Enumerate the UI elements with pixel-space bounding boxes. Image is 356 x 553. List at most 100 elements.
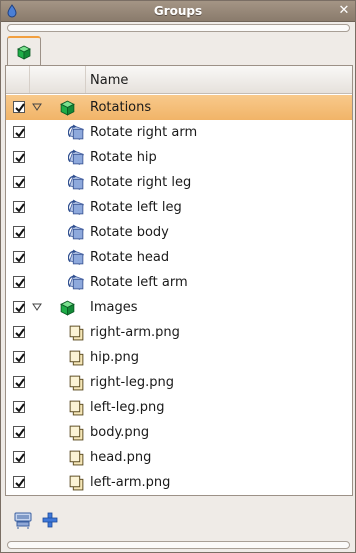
layer-row[interactable]: Rotate right arm [6, 120, 352, 145]
group-row[interactable]: Images [6, 295, 352, 320]
check-icon [15, 453, 25, 463]
check-icon [15, 228, 25, 238]
tab-groups[interactable] [7, 36, 41, 66]
check-icon [15, 103, 25, 113]
row-label: hip.png [90, 350, 139, 365]
visibility-checkbox[interactable] [13, 326, 25, 338]
rotation-icon [68, 199, 84, 215]
layer-row[interactable]: left-arm.png [6, 470, 352, 495]
cube-icon [60, 100, 75, 116]
check-icon [15, 278, 25, 288]
row-label: left-arm.png [90, 475, 171, 490]
visibility-checkbox[interactable] [13, 101, 25, 113]
layer-row[interactable]: head.png [6, 445, 352, 470]
image-file-icon [69, 350, 84, 366]
remove-group-icon[interactable] [12, 509, 34, 531]
visibility-checkbox[interactable] [13, 476, 25, 488]
layer-row[interactable]: Rotate head [6, 245, 352, 270]
visibility-checkbox[interactable] [13, 126, 25, 138]
visibility-checkbox[interactable] [13, 301, 25, 313]
rotation-icon [68, 149, 84, 165]
add-group-icon[interactable] [39, 509, 61, 531]
check-icon [15, 478, 25, 488]
check-icon [15, 153, 25, 163]
image-file-icon [69, 325, 84, 341]
row-label: Rotations [90, 100, 152, 115]
rotation-icon [68, 274, 84, 290]
visibility-checkbox[interactable] [13, 401, 25, 413]
bottom-scroll-strip[interactable] [7, 541, 350, 549]
rotation-icon [68, 174, 84, 190]
visibility-checkbox[interactable] [13, 251, 25, 263]
tab-bar [5, 34, 353, 66]
header-icon-column[interactable] [30, 66, 86, 93]
check-icon [15, 378, 25, 388]
row-label: Rotate body [90, 225, 169, 240]
row-label: Rotate left arm [90, 275, 188, 290]
layer-row[interactable]: right-arm.png [6, 320, 352, 345]
window-title: Groups [153, 4, 203, 18]
group-row[interactable]: Rotations [6, 95, 352, 120]
check-icon [15, 253, 25, 263]
rotation-icon [68, 224, 84, 240]
visibility-checkbox[interactable] [13, 426, 25, 438]
title-bar[interactable]: Groups ✕ [1, 1, 355, 22]
check-icon [15, 328, 25, 338]
check-icon [15, 203, 25, 213]
visibility-checkbox[interactable] [13, 451, 25, 463]
row-label: Rotate head [90, 250, 170, 265]
row-label: body.png [90, 425, 150, 440]
cube-icon [60, 300, 75, 316]
visibility-checkbox[interactable] [13, 226, 25, 238]
image-file-icon [69, 375, 84, 391]
row-label: Rotate hip [90, 150, 157, 165]
row-label: right-leg.png [90, 375, 174, 390]
row-label: left-leg.png [90, 400, 165, 415]
row-label: right-arm.png [90, 325, 180, 340]
layer-row[interactable]: left-leg.png [6, 395, 352, 420]
row-label: Rotate right arm [90, 125, 198, 140]
tree-rows: Rotations Rotate right arm Rotate hip Rotat… [6, 95, 352, 495]
groups-tree: Name Rotations Rotate right arm Rotate hip… [5, 65, 353, 496]
top-scroll-strip[interactable] [7, 24, 350, 32]
row-label: Rotate left leg [90, 200, 182, 215]
layer-row[interactable]: body.png [6, 420, 352, 445]
layer-row[interactable]: Rotate left arm [6, 270, 352, 295]
check-icon [15, 353, 25, 363]
visibility-checkbox[interactable] [13, 276, 25, 288]
layer-row[interactable]: Rotate body [6, 220, 352, 245]
layer-row[interactable]: right-leg.png [6, 370, 352, 395]
check-icon [15, 428, 25, 438]
check-icon [15, 403, 25, 413]
row-label: Rotate right leg [90, 175, 192, 190]
row-label: head.png [90, 450, 152, 465]
groups-window: Groups ✕ Name Rotations Rotate right arm R… [0, 0, 356, 553]
layer-row[interactable]: hip.png [6, 345, 352, 370]
column-header: Name [6, 66, 352, 94]
visibility-checkbox[interactable] [13, 351, 25, 363]
check-icon [15, 178, 25, 188]
layer-row[interactable]: Rotate hip [6, 145, 352, 170]
image-file-icon [69, 450, 84, 466]
cube-icon [17, 45, 31, 60]
layer-row[interactable]: Rotate right leg [6, 170, 352, 195]
check-icon [15, 128, 25, 138]
expander-triangle-icon[interactable] [32, 303, 42, 311]
image-file-icon [69, 400, 84, 416]
expander-triangle-icon[interactable] [32, 103, 42, 111]
close-icon[interactable]: ✕ [336, 3, 352, 19]
visibility-checkbox[interactable] [13, 376, 25, 388]
image-file-icon [69, 475, 84, 491]
image-file-icon [69, 425, 84, 441]
footer-toolbar [5, 501, 353, 541]
header-checkbox-column[interactable] [6, 66, 30, 93]
rotation-icon [68, 124, 84, 140]
visibility-checkbox[interactable] [13, 176, 25, 188]
visibility-checkbox[interactable] [13, 201, 25, 213]
check-icon [15, 303, 25, 313]
visibility-checkbox[interactable] [13, 151, 25, 163]
row-label: Images [90, 300, 138, 315]
layer-row[interactable]: Rotate left leg [6, 195, 352, 220]
rotation-icon [68, 249, 84, 265]
header-name-column[interactable]: Name [90, 73, 128, 88]
